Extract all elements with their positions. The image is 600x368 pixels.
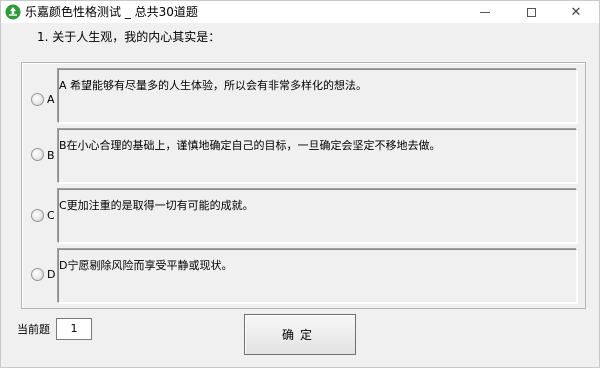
- radio-option-d[interactable]: [31, 268, 44, 281]
- current-question-field[interactable]: 1: [56, 318, 92, 340]
- recycle-icon: [5, 4, 21, 20]
- current-question-label: 当前题: [17, 323, 50, 336]
- radio-letter-d: D: [47, 268, 56, 281]
- close-icon: ✕: [570, 4, 582, 20]
- option-b-text: B在小心合理的基础上，谨慎地确定自己的目标，一旦确定会坚定不移地去做。: [59, 139, 441, 152]
- title-bar: 乐嘉颜色性格测试 _ 总共30道题 ✕: [1, 1, 599, 23]
- confirm-button[interactable]: 确定: [244, 314, 356, 355]
- option-c-text: C更加注重的是取得一切有可能的成就。: [59, 199, 254, 212]
- radio-option-b[interactable]: [31, 148, 44, 161]
- option-d-box[interactable]: D宁愿剔除风险而享受平静或现状。: [58, 249, 577, 303]
- radio-letter-b: B: [47, 149, 55, 162]
- option-c-box[interactable]: C更加注重的是取得一切有可能的成就。: [58, 189, 577, 243]
- minimize-icon: [480, 11, 490, 13]
- close-button[interactable]: ✕: [553, 1, 599, 23]
- radio-option-c[interactable]: [31, 209, 44, 222]
- radio-option-a[interactable]: [31, 93, 44, 106]
- app-window: 乐嘉颜色性格测试 _ 总共30道题 ✕ 1. 关于人生观，我的内心其实是： A …: [0, 0, 600, 368]
- maximize-button[interactable]: [508, 1, 554, 23]
- radio-letter-c: C: [47, 209, 55, 222]
- maximize-icon: [526, 7, 536, 17]
- minimize-button[interactable]: [462, 1, 508, 23]
- option-d-text: D宁愿剔除风险而享受平静或现状。: [59, 259, 233, 272]
- options-group: A A 希望能够有尽量多的人生体验，所以会有非常多样化的想法。 B B在小心合理…: [21, 62, 586, 309]
- option-a-text: A 希望能够有尽量多的人生体验，所以会有非常多样化的想法。: [59, 79, 368, 92]
- question-text: 1. 关于人生观，我的内心其实是：: [37, 30, 221, 44]
- window-title: 乐嘉颜色性格测试 _ 总共30道题: [25, 5, 198, 19]
- option-b-box[interactable]: B在小心合理的基础上，谨慎地确定自己的目标，一旦确定会坚定不移地去做。: [58, 129, 577, 183]
- radio-letter-a: A: [47, 93, 55, 106]
- option-a-box[interactable]: A 希望能够有尽量多的人生体验，所以会有非常多样化的想法。: [58, 69, 577, 123]
